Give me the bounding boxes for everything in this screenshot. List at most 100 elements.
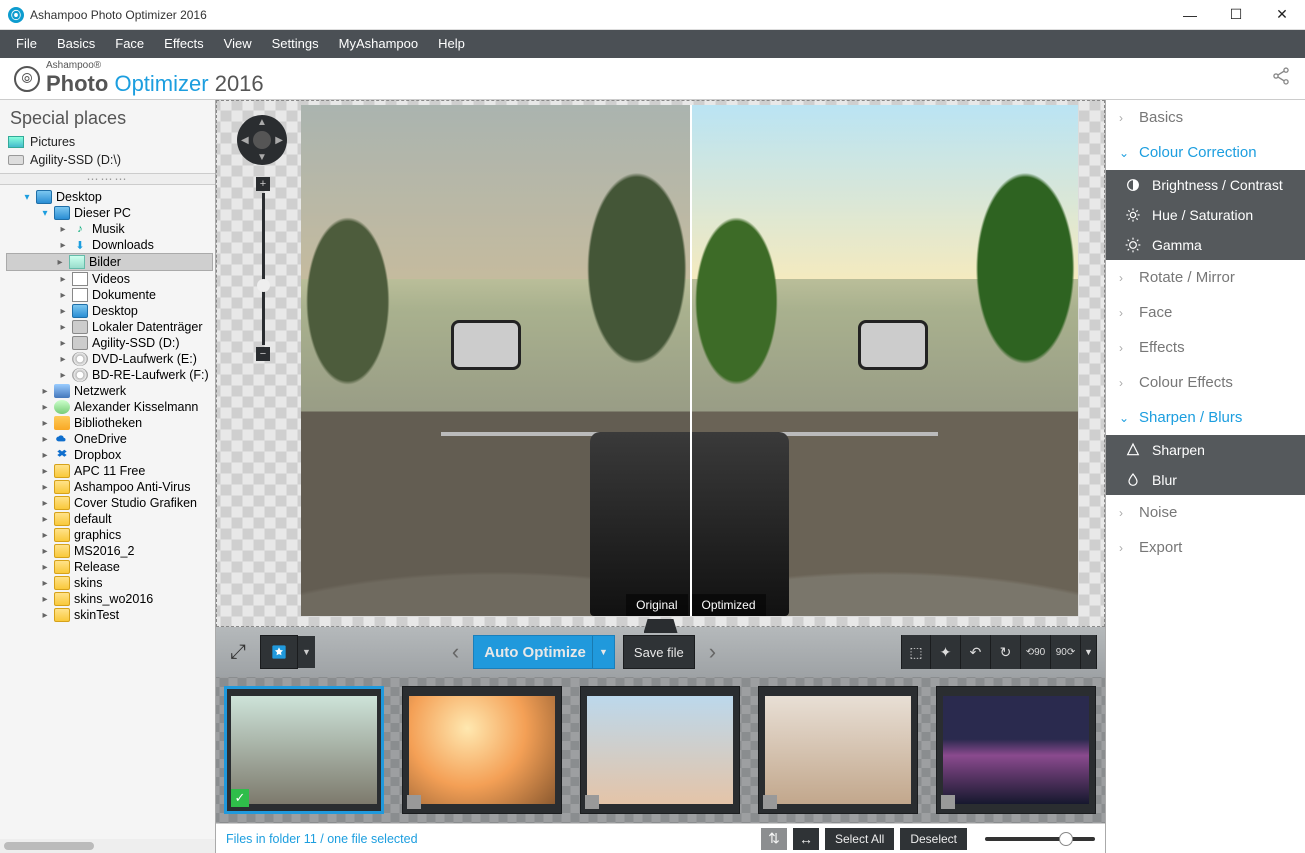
pan-control[interactable]: ▲▼◀▶ <box>237 115 287 165</box>
compare-slider[interactable] <box>690 105 692 616</box>
section-noise[interactable]: ›Noise <box>1106 495 1305 530</box>
thumbnail[interactable] <box>402 686 562 814</box>
expand-icon[interactable]: ▸ <box>40 530 50 541</box>
tree-node[interactable]: ▸Agility-SSD (D:) <box>8 335 211 351</box>
expand-icon[interactable]: ▸ <box>40 450 50 461</box>
fullscreen-button[interactable]: ⤢ <box>224 635 252 669</box>
expand-icon[interactable]: ▸ <box>58 354 68 365</box>
tree-node[interactable]: ▾Dieser PC <box>8 205 211 221</box>
thumbnail[interactable] <box>936 686 1096 814</box>
zoom-out-icon[interactable]: − <box>256 347 270 361</box>
menu-help[interactable]: Help <box>428 30 475 58</box>
expand-icon[interactable]: ▸ <box>58 240 68 251</box>
expand-icon[interactable]: ▸ <box>40 578 50 589</box>
maximize-button[interactable]: ☐ <box>1213 0 1259 30</box>
expand-icon[interactable]: ▸ <box>40 434 50 445</box>
expand-icon[interactable]: ▸ <box>58 274 68 285</box>
menu-file[interactable]: File <box>6 30 47 58</box>
crop-icon[interactable]: ⬚ <box>901 635 931 669</box>
tree-node[interactable]: ▸Cover Studio Grafiken <box>8 495 211 511</box>
expand-icon[interactable]: ▸ <box>58 290 68 301</box>
folder-tree[interactable]: ▾Desktop▾Dieser PC▸♪Musik▸⬇Downloads▸Bil… <box>0 185 215 839</box>
expand-icon[interactable]: ▸ <box>40 386 50 397</box>
tool-blur[interactable]: Blur <box>1106 465 1305 495</box>
section-effects[interactable]: ›Effects <box>1106 330 1305 365</box>
expand-icon[interactable]: ▸ <box>40 514 50 525</box>
auto-optimize-dropdown[interactable]: ▼ <box>592 636 614 668</box>
expand-icon[interactable]: ▸ <box>40 546 50 557</box>
sort-button[interactable]: ⇅ <box>761 828 787 850</box>
tree-node[interactable]: ▸skins <box>8 575 211 591</box>
tree-node[interactable]: ▸Videos <box>8 271 211 287</box>
tools-dropdown[interactable]: ▼ <box>1081 635 1097 669</box>
menu-myashampoo[interactable]: MyAshampoo <box>329 30 428 58</box>
thumbnail[interactable] <box>580 686 740 814</box>
h-scrollbar[interactable] <box>0 839 215 853</box>
expand-icon[interactable]: ▸ <box>40 498 50 509</box>
expand-icon[interactable]: ▸ <box>40 482 50 493</box>
menu-basics[interactable]: Basics <box>47 30 105 58</box>
image-viewer[interactable]: ◁▷ Original Optimized ▲▼◀▶ + − <box>216 100 1105 627</box>
menu-effects[interactable]: Effects <box>154 30 214 58</box>
tree-node[interactable]: ▸DVD-Laufwerk (E:) <box>8 351 211 367</box>
expand-icon[interactable]: ▸ <box>40 402 50 413</box>
minimize-button[interactable]: — <box>1167 0 1213 30</box>
filmstrip[interactable]: ✓ <box>216 677 1105 823</box>
expand-icon[interactable]: ▸ <box>58 306 68 317</box>
tree-node[interactable]: ▸Desktop <box>8 303 211 319</box>
tree-node[interactable]: ▸MS2016_2 <box>8 543 211 559</box>
expand-icon[interactable]: ▸ <box>40 562 50 573</box>
section-basics[interactable]: ›Basics <box>1106 100 1305 135</box>
tool-sharpen[interactable]: Sharpen <box>1106 435 1305 465</box>
tree-node[interactable]: ▾Desktop <box>8 189 211 205</box>
magic-icon[interactable]: ✦ <box>931 635 961 669</box>
tree-node[interactable]: ▸OneDrive <box>8 431 211 447</box>
tree-node[interactable]: ▸Bibliotheken <box>8 415 211 431</box>
expand-icon[interactable]: ▸ <box>40 610 50 621</box>
expand-icon[interactable]: ▸ <box>58 322 68 333</box>
tree-node[interactable]: ▸skinTest <box>8 607 211 623</box>
share-icon[interactable] <box>1271 66 1291 91</box>
splitter-grip[interactable]: ⋯⋯⋯ <box>0 173 215 185</box>
expand-icon[interactable]: ▸ <box>40 466 50 477</box>
tree-node[interactable]: ▸Lokaler Datenträger <box>8 319 211 335</box>
prev-image-button[interactable]: ‹ <box>446 639 465 665</box>
auto-optimize-button[interactable]: Auto Optimize ▼ <box>473 635 615 669</box>
tree-node[interactable]: ▸skins_wo2016 <box>8 591 211 607</box>
tree-node[interactable]: ▸Netzwerk <box>8 383 211 399</box>
collapse-icon[interactable]: ▾ <box>22 192 32 203</box>
tree-node[interactable]: ▸Ashampoo Anti-Virus <box>8 479 211 495</box>
favorite-button[interactable]: ▼ <box>260 635 298 669</box>
section-sharpen-blurs[interactable]: ⌄Sharpen / Blurs <box>1106 400 1305 435</box>
menu-face[interactable]: Face <box>105 30 154 58</box>
tool-hue-saturation[interactable]: Hue / Saturation <box>1106 200 1305 230</box>
tree-node[interactable]: ▸Bilder <box>6 253 213 271</box>
tree-node[interactable]: ▸♪Musik <box>8 221 211 237</box>
expand-icon[interactable]: ▸ <box>55 257 65 268</box>
menu-view[interactable]: View <box>214 30 262 58</box>
tool-brightness-contrast[interactable]: Brightness / Contrast <box>1106 170 1305 200</box>
section-colour-correction[interactable]: ⌄Colour Correction <box>1106 135 1305 170</box>
tree-node[interactable]: ▸Dokumente <box>8 287 211 303</box>
collapse-icon[interactable]: ▾ <box>40 208 50 219</box>
section-colour-effects[interactable]: ›Colour Effects <box>1106 365 1305 400</box>
tree-node[interactable]: ▸BD-RE-Laufwerk (F:) <box>8 367 211 383</box>
save-file-button[interactable]: Save file <box>623 635 695 669</box>
tree-node[interactable]: ▸graphics <box>8 527 211 543</box>
thumbnail[interactable]: ✓ <box>224 686 384 814</box>
expand-icon[interactable]: ▸ <box>40 418 50 429</box>
select-all-button[interactable]: Select All <box>825 828 894 850</box>
rotate-left-icon[interactable]: ⟲90 <box>1021 635 1051 669</box>
zoom-slider[interactable]: + − <box>257 177 269 361</box>
tree-node[interactable]: ▸APC 11 Free <box>8 463 211 479</box>
deselect-button[interactable]: Deselect <box>900 828 967 850</box>
thumbnail[interactable] <box>758 686 918 814</box>
rotate-right-icon[interactable]: 90⟳ <box>1051 635 1081 669</box>
tree-node[interactable]: ▸Dropbox <box>8 447 211 463</box>
expand-icon[interactable]: ▸ <box>58 338 68 349</box>
expand-icon[interactable]: ▸ <box>58 224 68 235</box>
section-export[interactable]: ›Export <box>1106 530 1305 565</box>
expand-icon[interactable]: ▸ <box>40 594 50 605</box>
viewer-handle[interactable] <box>644 619 678 633</box>
favorite-dropdown[interactable]: ▼ <box>297 636 315 668</box>
